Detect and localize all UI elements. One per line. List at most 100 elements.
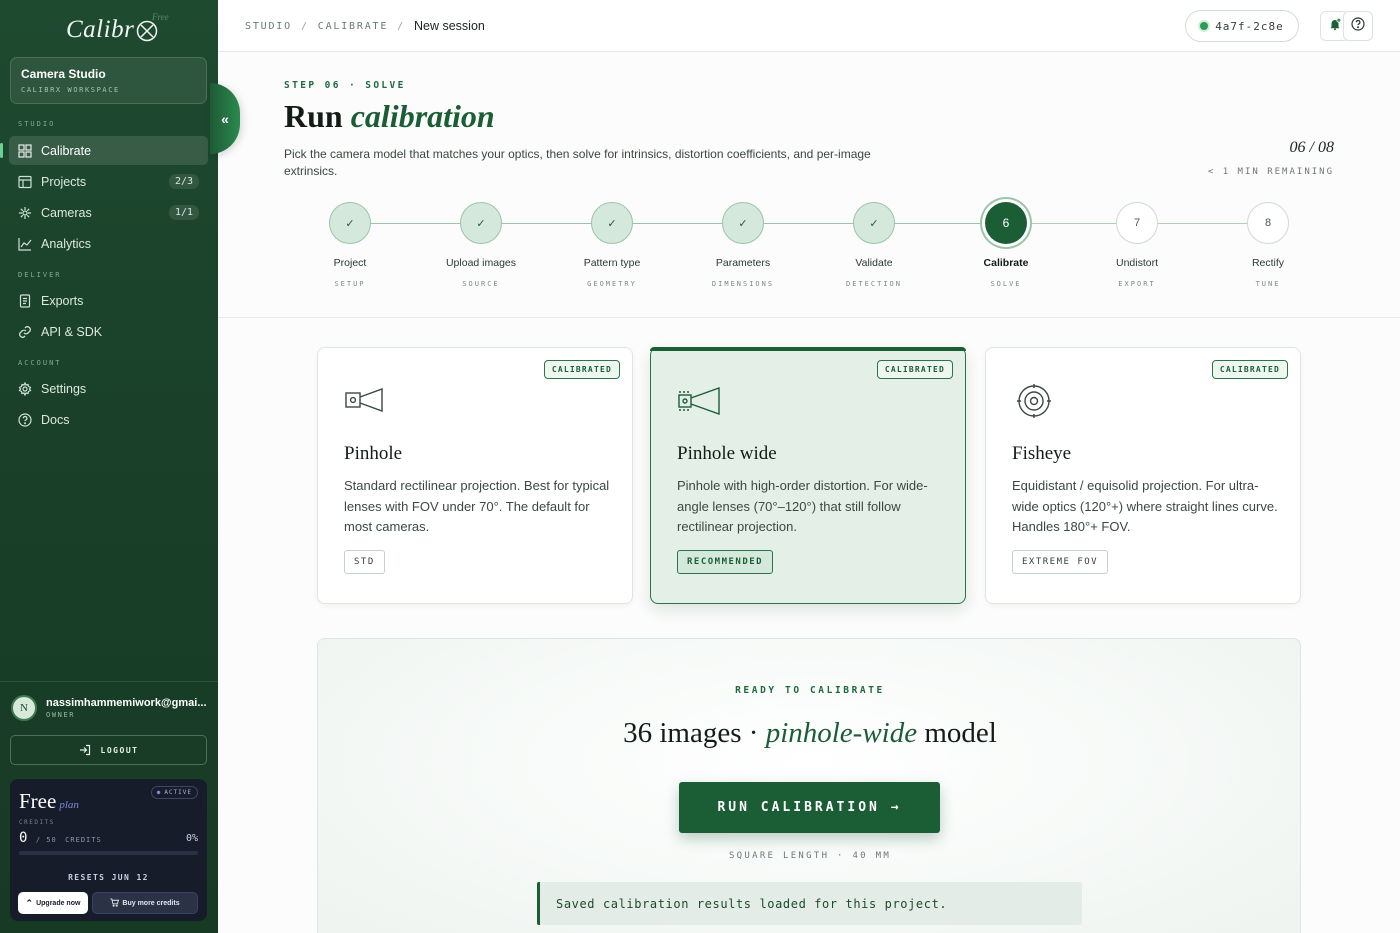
check-icon: ✓ — [460, 202, 502, 244]
sidebar-item-api-sdk[interactable]: API & SDK — [9, 317, 208, 346]
title-plain: Run — [284, 98, 351, 134]
sidebar-item-calibrate[interactable]: Calibrate — [0, 136, 208, 165]
model-card-pinhole-wide[interactable]: CALIBRATED Pinhole wide Pinhole with hig… — [650, 347, 966, 604]
grid-icon — [18, 143, 32, 158]
sidebar-item-analytics[interactable]: Analytics — [9, 229, 208, 258]
sidebar-item-cameras[interactable]: Cameras 1/1 — [9, 198, 208, 227]
sidebar-item-label: Cameras — [41, 205, 92, 220]
aperture-icon — [18, 206, 32, 220]
step-number: 7 — [1116, 202, 1158, 244]
section-label-deliver: DELIVER — [18, 271, 62, 279]
sidebar-item-settings[interactable]: Settings — [9, 374, 208, 403]
model-tag: EXTREME FOV — [1012, 550, 1109, 574]
check-icon: ✓ — [591, 202, 633, 244]
logo-tag: Free — [152, 12, 169, 22]
step-label: Rectify — [1251, 257, 1285, 269]
collapse-sidebar-button[interactable]: « — [210, 83, 240, 154]
logout-button[interactable]: LOGOUT — [10, 735, 207, 765]
step-number: 6 — [985, 202, 1027, 244]
breadcrumb-calibrate[interactable]: CALIBRATE — [318, 21, 388, 32]
step-sublabel: TUNE — [1255, 280, 1281, 288]
table-icon — [18, 175, 32, 189]
run-summary-model: pinhole-wide — [765, 717, 918, 749]
step-sublabel: SOLVE — [990, 280, 1022, 288]
sidebar-item-label: Settings — [41, 381, 87, 396]
model-description: Equidistant / equisolid projection. For … — [1012, 478, 1278, 534]
app-logo[interactable]: Calibr — [66, 16, 158, 44]
run-summary-suffix: model — [917, 717, 997, 749]
upgrade-button[interactable]: ⌃ Upgrade now — [18, 892, 88, 914]
gear-icon — [18, 381, 32, 396]
sidebar-divider — [0, 681, 218, 682]
arrow-up-icon: ⌃ — [25, 897, 34, 908]
ready-label: READY TO CALIBRATE — [735, 685, 885, 696]
credits-percent: 0% — [185, 833, 198, 844]
time-remaining: < 1 MIN REMAINING — [1207, 167, 1334, 177]
credits-count: 0 / 50 CREDITS — [19, 830, 102, 846]
buy-label: Buy more credits — [122, 899, 180, 907]
credits-label: CREDITS — [19, 819, 55, 826]
link-icon — [18, 325, 32, 339]
user-profile[interactable]: N nassimhammemiwork@gmai... OWNER — [11, 695, 207, 721]
credits-unit: CREDITS — [65, 836, 102, 844]
chart-icon — [18, 237, 32, 251]
count-badge: 2/3 — [168, 174, 199, 189]
step-sublabel: DIMENSIONS — [711, 280, 775, 288]
step-project[interactable]: ✓ Project SETUP — [290, 202, 410, 288]
double-chevron-left-icon: « — [221, 110, 229, 127]
pinhole-camera-icon — [344, 384, 386, 421]
model-name: Fisheye — [1012, 443, 1072, 464]
step-sublabel: EXPORT — [1118, 280, 1156, 288]
breadcrumb-separator: / — [397, 20, 405, 32]
sidebar-item-label: Analytics — [41, 236, 92, 251]
document-icon — [18, 293, 32, 308]
step-label: Parameters — [715, 257, 771, 269]
sidebar-item-docs[interactable]: Docs — [9, 405, 208, 434]
run-calibration-button[interactable]: RUN CALIBRATION → — [679, 782, 940, 833]
sidebar-item-projects[interactable]: Projects 2/3 — [9, 167, 208, 196]
plan-name: Free — [19, 789, 57, 813]
step-label: STEP 06 · SOLVE — [284, 80, 406, 91]
workspace-name: Camera Studio — [21, 67, 106, 81]
step-parameters[interactable]: ✓ Parameters DIMENSIONS — [683, 202, 803, 288]
help-button[interactable] — [1343, 11, 1373, 41]
step-rectify: 8 Rectify TUNE — [1208, 202, 1328, 288]
model-name: Pinhole — [344, 443, 403, 464]
step-upload-images[interactable]: ✓ Upload images SOURCE — [421, 202, 541, 288]
sidebar-item-label: Calibrate — [41, 143, 92, 158]
model-card-pinhole[interactable]: CALIBRATED Pinhole Standard rectilinear … — [317, 347, 633, 604]
topbar: STUDIO / CALIBRATE / New session 4a7f-2c… — [218, 0, 1400, 52]
step-label: Undistort — [1115, 257, 1158, 269]
step-sublabel: SOURCE — [462, 280, 500, 288]
breadcrumb-separator: / — [300, 20, 309, 32]
model-description: Pinhole with high-order distortion. For … — [677, 478, 928, 534]
check-icon: ✓ — [853, 202, 895, 244]
avatar: N — [11, 695, 37, 721]
model-tag: STD — [344, 550, 385, 574]
step-calibrate[interactable]: 6 Calibrate SOLVE — [946, 202, 1066, 288]
check-icon: ✓ — [722, 202, 764, 244]
step-label: Upload images — [445, 257, 517, 269]
step-label: Pattern type — [583, 257, 641, 269]
run-summary: 36 images · pinhole-wide model — [318, 717, 1302, 750]
square-length-info: SQUARE LENGTH · 40 MM — [728, 851, 892, 861]
workspace-switcher[interactable]: Camera Studio CALIBRX WORKSPACE — [10, 57, 207, 104]
step-validate[interactable]: ✓ Validate DETECTION — [814, 202, 934, 288]
step-undistort: 7 Undistort EXPORT — [1077, 202, 1197, 288]
fisheye-lens-icon — [1012, 384, 1052, 423]
step-sublabel: SETUP — [334, 280, 366, 288]
step-sublabel: DETECTION — [846, 280, 902, 288]
model-card-fisheye[interactable]: CALIBRATED Fisheye Equidistant / equisol… — [985, 347, 1301, 604]
logo-text: Calibr — [66, 16, 135, 43]
buy-credits-button[interactable]: Buy more credits — [92, 892, 198, 914]
calibrated-badge: CALIBRATED — [1211, 360, 1288, 379]
sidebar-item-label: Exports — [41, 293, 84, 308]
breadcrumb-studio[interactable]: STUDIO — [245, 21, 292, 32]
sidebar-item-exports[interactable]: Exports — [9, 286, 208, 315]
model-description: Standard rectilinear projection. Best fo… — [344, 478, 610, 534]
user-email: nassimhammemiwork@gmai... — [46, 697, 207, 709]
step-pattern-type[interactable]: ✓ Pattern type GEOMETRY — [552, 202, 672, 288]
step-sublabel: GEOMETRY — [587, 280, 637, 288]
session-id-chip[interactable]: 4a7f-2c8e — [1185, 10, 1299, 42]
credits-reset-date: RESETS JUN 12 — [68, 873, 149, 882]
